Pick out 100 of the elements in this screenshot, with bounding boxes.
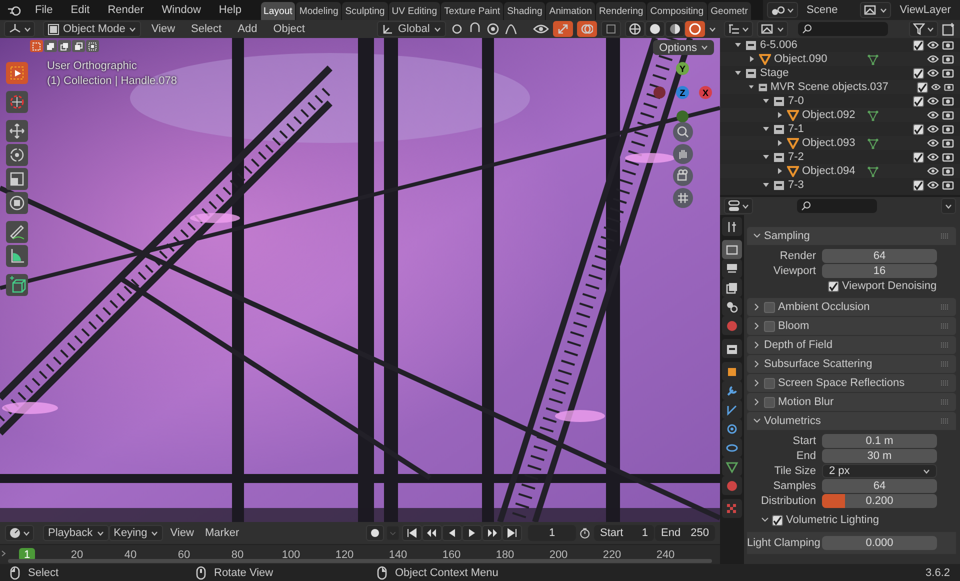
tool-properties-tab[interactable] <box>722 217 742 236</box>
orientation-dropdown[interactable]: Global <box>376 21 446 37</box>
tool-button[interactable] <box>6 120 28 142</box>
eye-icon[interactable] <box>927 138 939 148</box>
outliner-item-label[interactable]: 7-1 <box>788 123 879 135</box>
outliner-item-label[interactable]: 7-2 <box>788 151 879 163</box>
filter-dropdown[interactable] <box>909 21 938 37</box>
exclude-checkbox[interactable] <box>917 82 928 92</box>
expanded-arrow-icon[interactable] <box>734 69 742 77</box>
expanded-arrow-icon[interactable] <box>762 153 770 161</box>
menu-item[interactable]: Object <box>267 23 311 35</box>
panel-title[interactable]: Volumetrics <box>764 415 821 427</box>
options-dropdown[interactable] <box>941 198 956 214</box>
visibility-icon[interactable] <box>533 23 549 35</box>
panel-checkbox[interactable] <box>764 320 775 332</box>
menu-item[interactable]: Edit <box>62 0 99 20</box>
workspace-tab[interactable]: Layout <box>260 2 296 20</box>
tool-button[interactable] <box>6 245 28 267</box>
workspace-tab[interactable]: Geometr <box>708 2 751 20</box>
workspace-tab[interactable]: UV Editing <box>388 2 440 20</box>
eye-icon[interactable] <box>927 96 939 106</box>
camera-icon[interactable] <box>942 138 954 148</box>
outliner-item-label[interactable]: Object.094 <box>802 165 864 177</box>
expanded-arrow-icon[interactable] <box>762 97 770 105</box>
checkbox[interactable] <box>828 280 839 292</box>
tool-button[interactable] <box>6 168 28 190</box>
workspace-tab[interactable]: Modeling <box>296 2 342 20</box>
menu-item[interactable]: Select <box>185 23 228 35</box>
camera-icon[interactable] <box>942 40 954 50</box>
axis-end-icon[interactable] <box>676 110 689 123</box>
current-frame-field[interactable]: 1 <box>528 525 576 541</box>
eye-icon[interactable] <box>927 166 939 176</box>
axis-end-icon[interactable] <box>653 86 666 99</box>
menu-item[interactable]: Window <box>152 0 210 20</box>
output-properties-tab[interactable] <box>722 259 742 278</box>
panel-checkbox[interactable] <box>764 378 775 388</box>
collection-properties-tab[interactable] <box>722 339 742 358</box>
outliner-item-label[interactable]: 7-3 <box>788 179 879 191</box>
workspace-tab[interactable]: Texture Paint <box>441 2 504 20</box>
menu-item[interactable]: File <box>26 0 62 20</box>
material-properties-tab[interactable] <box>722 476 742 495</box>
record-button[interactable] <box>366 525 384 541</box>
tool-button[interactable] <box>6 221 28 243</box>
eye-icon[interactable] <box>931 82 942 92</box>
xray-toggle[interactable] <box>601 21 621 37</box>
overlay-toggle[interactable] <box>577 21 597 37</box>
selection-mode-button[interactable] <box>72 40 85 52</box>
panel-title[interactable]: Motion Blur <box>778 396 834 408</box>
mode-dropdown[interactable]: Object Mode <box>43 21 142 37</box>
panel-checkbox[interactable] <box>772 514 783 526</box>
outliner-item-label[interactable]: Object.090 <box>774 53 864 65</box>
eye-icon[interactable] <box>927 124 939 134</box>
number-field[interactable]: 16 <box>822 264 937 278</box>
collapsed-arrow-icon[interactable] <box>776 111 784 119</box>
playback-button[interactable] <box>482 525 502 541</box>
number-field[interactable]: 64 <box>822 249 937 263</box>
camera-icon[interactable] <box>942 152 954 162</box>
object-properties-tab[interactable] <box>722 362 742 381</box>
selection-mode-button[interactable] <box>86 40 99 52</box>
search-field[interactable] <box>797 199 877 213</box>
menu-item[interactable]: View <box>166 525 198 541</box>
collapsed-arrow-icon[interactable] <box>776 167 784 175</box>
camera-icon[interactable] <box>942 54 954 64</box>
drag-handle-icon[interactable] <box>940 418 950 424</box>
exclude-checkbox[interactable] <box>913 40 924 50</box>
playback-button[interactable] <box>442 525 462 541</box>
collapsed-arrow-icon[interactable] <box>776 139 784 147</box>
drag-handle-icon[interactable] <box>940 233 950 239</box>
workspace-tab[interactable]: Animation <box>546 2 595 20</box>
world-properties-tab[interactable] <box>722 316 742 335</box>
subpanel-title[interactable]: Volumetric Lighting <box>786 514 879 526</box>
eye-icon[interactable] <box>927 54 939 64</box>
playback-button[interactable] <box>462 525 482 541</box>
expanded-arrow-icon[interactable] <box>748 83 755 91</box>
proportional-icon[interactable] <box>486 22 500 36</box>
workspace-tab[interactable]: Compositing <box>647 2 707 20</box>
editor-type-selector[interactable] <box>5 525 34 541</box>
slider-field[interactable]: 0.200 <box>822 494 937 508</box>
outliner-item-label[interactable]: Stage <box>760 67 879 79</box>
shading-mode-button[interactable] <box>665 21 685 37</box>
outliner-item-label[interactable]: 6-5.006 <box>760 39 879 51</box>
checkbox-label[interactable]: Viewport Denoising <box>842 280 937 292</box>
panel-title[interactable]: Sampling <box>764 230 810 242</box>
camera-icon[interactable] <box>942 166 954 176</box>
drag-handle-icon[interactable] <box>940 399 950 405</box>
selection-mode-button[interactable] <box>44 40 57 52</box>
expanded-arrow-icon[interactable] <box>734 41 742 49</box>
drag-handle-icon[interactable] <box>940 304 950 310</box>
number-field[interactable]: 64 <box>822 479 937 493</box>
tool-button[interactable] <box>6 62 28 84</box>
drag-handle-icon[interactable] <box>940 380 950 386</box>
falloff-icon[interactable] <box>504 22 518 36</box>
camera-icon[interactable] <box>942 68 954 78</box>
panel-checkbox[interactable] <box>764 396 775 408</box>
menu-dropdown[interactable]: Playback <box>43 525 109 541</box>
outliner-item-label[interactable]: MVR Scene objects.037 <box>770 81 888 93</box>
workspace-tab[interactable]: Rendering <box>596 2 646 20</box>
panel-title[interactable]: Bloom <box>778 320 810 332</box>
scene-selector[interactable] <box>766 2 798 18</box>
search-field[interactable] <box>798 22 888 36</box>
